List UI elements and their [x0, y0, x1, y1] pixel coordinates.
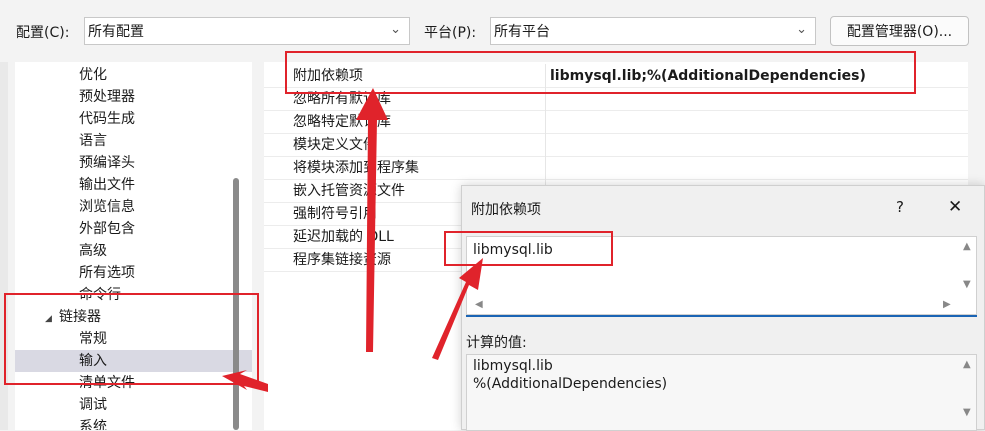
- annotation-arrow-up: [356, 88, 388, 352]
- annotation-arrow-diagonal: [432, 258, 483, 360]
- annotation-arrow-left: [222, 370, 268, 392]
- annotation-arrows: [222, 88, 483, 392]
